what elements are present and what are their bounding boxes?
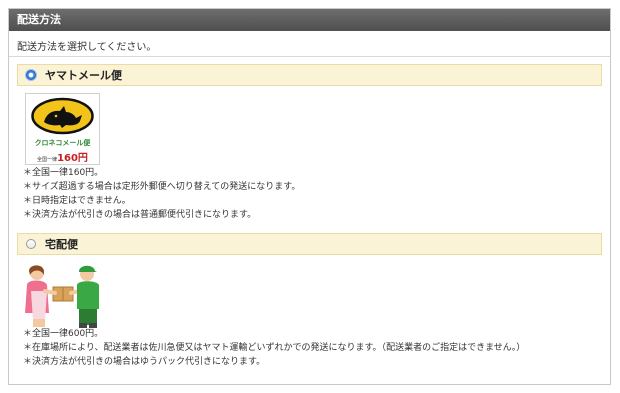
black-cat-emblem	[31, 97, 94, 135]
logo-price: 160円	[57, 153, 88, 164]
option-takuhaibin[interactable]: 宅配便	[17, 233, 602, 255]
delivery-handoff-icon	[25, 265, 99, 328]
note-line: ＊全国一律600円。	[23, 329, 104, 339]
option-yamato-mail[interactable]: ヤマトメール便	[17, 64, 602, 86]
takuhaibin-notes: ＊全国一律600円。 ＊在庫場所により、配送業者は佐川急便又はヤマト運輸どいずれ…	[23, 327, 525, 369]
option-label-yamato-mail: ヤマトメール便	[45, 69, 122, 82]
note-line: ＊在庫場所により、配送業者は佐川急便又はヤマト運輸どいずれかでの発送になります。…	[23, 343, 526, 353]
note-line: ＊決済方法が代引きの場合はゆうパック代引きになります。	[23, 357, 266, 367]
yamato-mail-notes: ＊全国一律160円。 ＊サイズ超過する場合は定形外郵便へ切り替えての発送になりま…	[23, 166, 300, 222]
kuroneko-logo-icon: クロネコメール便 全国一律160円	[25, 93, 100, 165]
radio-yamato-mail[interactable]	[26, 70, 36, 80]
logo-price-prefix: 全国一律	[37, 157, 58, 163]
panel-title: 配送方法	[9, 9, 610, 31]
note-line: ＊日時指定はできません。	[23, 196, 131, 206]
logo-price-row: 全国一律160円	[26, 149, 99, 164]
logo-brand-text: クロネコメール便	[34, 139, 91, 147]
option-label-takuhaibin: 宅配便	[45, 238, 78, 251]
radio-takuhaibin[interactable]	[26, 239, 36, 249]
shipping-method-panel: 配送方法 配送方法を選択してください。 ヤマトメール便 クロネコメール便 全国一…	[8, 8, 611, 385]
note-line: ＊全国一律160円。	[23, 168, 104, 178]
note-line: ＊サイズ超過する場合は定形外郵便へ切り替えての発送になります。	[23, 182, 301, 192]
instruction-text: 配送方法を選択してください。	[9, 31, 610, 57]
note-line: ＊決済方法が代引きの場合は普通郵便代引きになります。	[23, 210, 257, 220]
